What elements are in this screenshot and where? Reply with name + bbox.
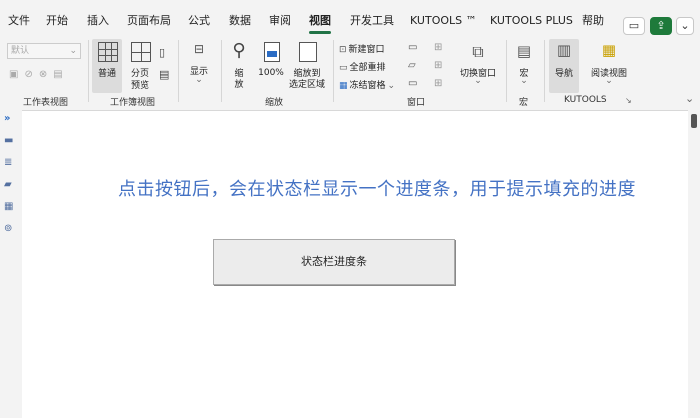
magnifier-icon: ⚲ bbox=[232, 40, 246, 61]
tab-kutools[interactable]: KUTOOLS ™ bbox=[410, 6, 477, 36]
names-icon[interactable]: ≣ bbox=[4, 158, 16, 168]
group-label-workbook-views: 工作簿视图 bbox=[110, 98, 156, 108]
divider bbox=[178, 40, 179, 102]
page-100-badge bbox=[267, 51, 277, 57]
arrange-all-button[interactable]: ▭ 全部重排 bbox=[339, 60, 386, 73]
divider bbox=[506, 40, 507, 102]
zoom-button[interactable]: ⚲ 缩 放 bbox=[226, 40, 252, 92]
zoom-label-2: 放 bbox=[234, 80, 244, 90]
tab-insert[interactable]: 插入 bbox=[87, 6, 109, 36]
tab-help[interactable]: 帮助 bbox=[582, 6, 604, 36]
divider bbox=[88, 40, 89, 102]
left-toolbar: » ▬ ≣ ▰ ▦ ⊚ bbox=[0, 110, 22, 417]
macros-button[interactable]: ▤ 宏 ⌄ bbox=[510, 40, 538, 90]
sheet-view-dropdown[interactable]: 默认 ⌄ bbox=[7, 43, 81, 59]
page-grid-icon bbox=[131, 42, 151, 62]
divider bbox=[221, 40, 222, 102]
switch-windows-button[interactable]: ⧉ 切换窗口 ⌄ bbox=[456, 40, 500, 90]
zoom-to-selection-button[interactable]: 缩放到 选定区域 bbox=[288, 40, 326, 92]
normal-view-button[interactable]: 普通 bbox=[92, 39, 122, 93]
autotext-icon[interactable]: ▰ bbox=[4, 180, 16, 190]
reading-view-button[interactable]: ▦ 阅读视图 ⌄ bbox=[584, 39, 634, 93]
tab-file[interactable]: 文件 bbox=[8, 6, 30, 36]
freeze-panes-label: 冻结窗格 bbox=[349, 81, 386, 91]
arrange-all-label: 全部重排 bbox=[349, 63, 386, 73]
show-button[interactable]: ⊟ 显示 ⌄ bbox=[184, 40, 214, 90]
chevron-down-icon: ⌄ bbox=[680, 19, 690, 32]
page-break-preview-button[interactable]: 分页 预览 bbox=[125, 39, 155, 93]
tab-review[interactable]: 审阅 bbox=[269, 6, 291, 36]
zoom-selection-label-2: 选定区域 bbox=[288, 80, 325, 90]
chevron-down-icon: ⌄ bbox=[520, 76, 528, 86]
page-icon bbox=[264, 42, 280, 62]
instruction-text: 点击按钮后，会在状态栏显示一个进度条，用于提示填充的进度 bbox=[118, 179, 636, 200]
chevron-down-icon: ⌄ bbox=[605, 76, 613, 86]
group-label-macros: 宏 bbox=[519, 98, 529, 108]
find-icon[interactable]: ⊚ bbox=[4, 224, 16, 234]
new-window-button[interactable]: ⊡ 新建窗口 bbox=[339, 42, 385, 55]
tab-home[interactable]: 开始 bbox=[46, 6, 68, 36]
new-window-label: 新建窗口 bbox=[348, 45, 385, 55]
columns-icon[interactable]: ▦ bbox=[4, 202, 16, 212]
view-side-by-side-icon[interactable]: ⊞ bbox=[434, 42, 442, 53]
normal-view-label: 普通 bbox=[97, 69, 116, 79]
tab-page-layout[interactable]: 页面布局 bbox=[127, 6, 171, 36]
reset-position-icon[interactable]: ⊞ bbox=[434, 78, 442, 89]
unhide-icon[interactable]: ▭ bbox=[408, 78, 417, 89]
ribbon: 默认 ⌄ ▣⊘⊗▤ 工作表视图 普通 分页 预览 ▯ ▤ 工作簿视图 ⊟ 显示 … bbox=[0, 36, 700, 110]
expand-pane-icon[interactable]: » bbox=[4, 114, 16, 124]
chevron-down-icon: ⌄ bbox=[195, 75, 203, 85]
ribbon-options-button[interactable]: ⌄ bbox=[676, 17, 694, 35]
macro-icon: ▤ bbox=[516, 42, 532, 60]
custom-views-icon[interactable]: ▤ bbox=[159, 68, 169, 81]
tab-view[interactable]: 视图 bbox=[309, 6, 331, 36]
page-layout-icon[interactable]: ▯ bbox=[159, 46, 165, 59]
zoom-100-label: 100% bbox=[258, 68, 284, 78]
zoom-selection-icon bbox=[299, 42, 317, 62]
freeze-panes-button[interactable]: ▦ 冻结窗格 ⌄ bbox=[339, 78, 395, 91]
group-label-window: 窗口 bbox=[407, 98, 426, 108]
new-window-icon: ⊡ bbox=[339, 45, 347, 55]
show-icon: ⊟ bbox=[193, 42, 205, 56]
right-scroll-strip bbox=[688, 110, 700, 417]
arrange-icon: ▭ bbox=[339, 63, 348, 73]
group-label-sheet-view: 工作表视图 bbox=[23, 98, 69, 108]
share-icon: ⇪ bbox=[656, 19, 666, 32]
worksheet-area: 点击按钮后，会在状态栏显示一个进度条，用于提示填充的进度 状态栏进度条 bbox=[22, 110, 688, 418]
comment-icon: ▭ bbox=[628, 19, 640, 32]
workbook-icon[interactable]: ▬ bbox=[4, 136, 16, 146]
grid-icon bbox=[98, 42, 118, 62]
tab-formulas[interactable]: 公式 bbox=[188, 6, 210, 36]
navigation-icon: ▥ bbox=[556, 41, 572, 59]
freeze-icon: ▦ bbox=[339, 81, 348, 91]
chevron-down-icon: ⌄ bbox=[69, 46, 77, 56]
menu-bar: 文件 开始 插入 页面布局 公式 数据 审阅 视图 开发工具 KUTOOLS ™… bbox=[0, 6, 700, 36]
dialog-launcher-icon[interactable]: ↘ bbox=[625, 96, 632, 105]
scroll-handle[interactable] bbox=[691, 114, 697, 128]
group-label-zoom: 缩放 bbox=[265, 98, 284, 108]
sheet-view-value: 默认 bbox=[11, 46, 30, 56]
page-break-label-2: 预览 bbox=[130, 81, 149, 91]
share-button[interactable]: ⇪ bbox=[650, 17, 672, 35]
sync-scroll-icon[interactable]: ⊞ bbox=[434, 60, 442, 71]
chevron-down-icon: ⌄ bbox=[474, 76, 482, 86]
hide-icon[interactable]: ▱ bbox=[408, 60, 416, 71]
tab-developer[interactable]: 开发工具 bbox=[350, 6, 394, 36]
navigation-label: 导航 bbox=[554, 69, 573, 79]
collapse-ribbon-icon[interactable]: ⌄ bbox=[685, 92, 694, 105]
zoom-100-button[interactable]: 100% bbox=[256, 40, 286, 92]
chevron-down-icon: ⌄ bbox=[387, 81, 396, 91]
split-icon[interactable]: ▭ bbox=[408, 42, 417, 53]
tab-kutools-plus[interactable]: KUTOOLS PLUS bbox=[490, 6, 573, 36]
sheet-view-tools: ▣⊘⊗▤ bbox=[9, 69, 69, 80]
group-label-kutools: KUTOOLS bbox=[564, 95, 607, 105]
windows-icon: ⧉ bbox=[472, 42, 484, 61]
navigation-button[interactable]: ▥ 导航 bbox=[549, 39, 579, 93]
reading-view-icon: ▦ bbox=[601, 41, 617, 59]
tab-data[interactable]: 数据 bbox=[229, 6, 251, 36]
comments-button[interactable]: ▭ bbox=[623, 17, 645, 35]
divider bbox=[544, 40, 545, 102]
status-progress-button[interactable]: 状态栏进度条 bbox=[213, 239, 455, 285]
divider bbox=[333, 40, 334, 102]
